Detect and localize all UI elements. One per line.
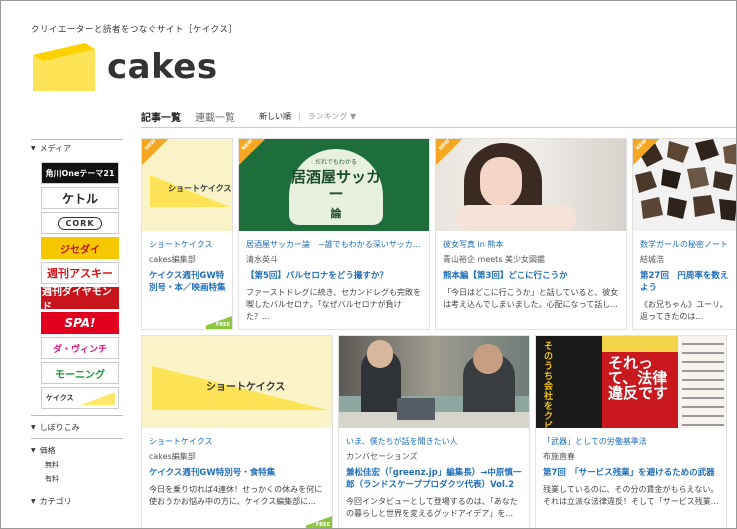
- photo-head-right: [473, 344, 503, 374]
- article-card[interactable]: だれでもわかる 居酒屋サッカー 論 NEW 居酒屋サッカー論 ~誰でもわかる深い…: [238, 138, 430, 330]
- sort-separator: |: [298, 112, 301, 121]
- card-author[interactable]: カンバセーションズ: [346, 451, 523, 462]
- card-title[interactable]: 兼松佳宏（「greenz.jp」編集長）→中原慎一郎（ランドスケーププロダクツ代…: [346, 467, 523, 491]
- card-author[interactable]: 布施直春: [543, 451, 720, 462]
- article-tabs: 記事一覧 連載一覧 新しい順 | ランキング ▼: [141, 109, 356, 124]
- logo-wordmark: cakes: [107, 47, 218, 87]
- card-thumbnail: だれでもわかる 居酒屋サッカー 論: [239, 139, 429, 231]
- article-card[interactable]: ショートケイクス NEW ショートケイクス cakes編集部 ケイクス週刊GW特…: [141, 138, 233, 330]
- card-thumbnail: ショートケイクス: [142, 336, 332, 428]
- card-category[interactable]: ショートケイクス: [149, 239, 226, 250]
- media-item-morning[interactable]: モーニング: [41, 362, 119, 384]
- card-author[interactable]: 清水英斗: [246, 254, 423, 265]
- free-badge: FREE: [206, 315, 232, 329]
- card-description: 「今日はどこに行こうか」と話していると、彼女は考え込んでしまいました。心配になっ…: [443, 288, 619, 309]
- media-item-jisedai[interactable]: ジセダイ: [41, 237, 119, 259]
- sidebar: メディア 角川Oneテーマ21 ケトル CORK ジセダイ 週刊アスキー 週刊ダ…: [31, 139, 123, 510]
- card-description: 残業しているのに、その分の賃金がもらえない。それは立派な法律違反！そして「サービ…: [543, 485, 719, 506]
- article-card[interactable]: そのうち会社をクビになる それって、法律違反です 「武器」としての労働基準法 布…: [535, 335, 727, 528]
- media-item-cakes[interactable]: ケイクス: [41, 387, 119, 409]
- cakes-media-label: ケイクス: [46, 394, 74, 402]
- cake-logo-icon: [33, 43, 95, 91]
- sidebar-heading-media[interactable]: メディア: [31, 143, 123, 154]
- cake-wedge-icon: [81, 392, 115, 405]
- card-description: 今回インタビューとして登場するのは、「あなたの暮らしと世界を変えるグッドアイデア…: [346, 497, 518, 518]
- card-title[interactable]: 熊本編【第3回】どこに行こうか: [443, 270, 620, 282]
- card-description: 今日を乗り切れば4連休！せっかくの休みを何に使おうかお悩み中の方に、ケイクス編集…: [149, 485, 323, 506]
- card-category[interactable]: ショートケイクス: [149, 436, 326, 447]
- card-category[interactable]: 「武器」としての労働基準法: [543, 436, 720, 447]
- photo-laptop: [397, 398, 435, 420]
- free-badge: FREE: [306, 515, 332, 528]
- media-item-diamond[interactable]: 週刊ダイヤモンド: [41, 287, 119, 313]
- book-cover-right: [678, 336, 726, 428]
- sidebar-heading-category[interactable]: カテゴリ: [31, 496, 123, 507]
- card-author[interactable]: cakes編集部: [149, 451, 326, 462]
- sidebar-heading-price[interactable]: 価格: [31, 445, 123, 456]
- card-description: 《お兄ちゃん》ユーリ。返ってきたのは...: [640, 300, 728, 321]
- cork-label: CORK: [58, 216, 102, 230]
- thumbnail-label: ショートケイクス: [206, 382, 286, 393]
- card-author[interactable]: 青山裕企 meets 美少女図鑑: [443, 254, 620, 265]
- card-thumbnail: そのうち会社をクビになる それって、法律違反です: [536, 336, 726, 428]
- card-thumbnail: [436, 139, 626, 231]
- article-card[interactable]: ショートケイクス ショートケイクス cakes編集部 ケイクス週刊GW特別号・食…: [141, 335, 333, 528]
- card-title[interactable]: 第7回 「サービス残業」を避けるための武器: [543, 467, 720, 479]
- site-tagline: クリイエーターと読者をつなぐサイト［ケイクス］: [31, 25, 238, 35]
- sidebar-divider: [31, 438, 123, 439]
- sidebar-heading-filter[interactable]: しぼりこみ: [31, 422, 123, 433]
- book-cover-text: そのうち会社をクビになる: [544, 342, 554, 428]
- media-item-cork[interactable]: CORK: [41, 212, 119, 234]
- thumbnail-title-text: 居酒屋サッカー: [290, 168, 381, 203]
- new-badge: NEW: [142, 139, 168, 165]
- thumbnail-small-text: だれでもわかる: [315, 159, 357, 166]
- card-author[interactable]: cakes編集部: [149, 254, 226, 265]
- price-filter-free[interactable]: 無料: [45, 460, 123, 470]
- new-badge: NEW: [436, 139, 462, 165]
- sort-new[interactable]: 新しい順: [259, 111, 291, 122]
- article-card[interactable]: いま、僕たちが話を聞きたい人 カンバセーションズ 兼松佳宏（「greenz.jp…: [338, 335, 530, 528]
- media-list: 角川Oneテーマ21 ケトル CORK ジセダイ 週刊アスキー 週刊ダイヤモンド…: [41, 162, 119, 409]
- sidebar-divider: [31, 415, 123, 416]
- card-category[interactable]: 数学ガールの秘密ノート: [640, 239, 731, 250]
- photo-face: [480, 157, 522, 207]
- card-author[interactable]: 結城浩: [640, 254, 731, 265]
- card-title[interactable]: 【第5回】バルセロナをどう撮すか？: [246, 270, 423, 282]
- izakaya-sign: だれでもわかる 居酒屋サッカー 論: [289, 149, 383, 225]
- tabs-divider: [141, 127, 736, 128]
- sort-ranking[interactable]: ランキング ▼: [308, 111, 356, 122]
- tab-series[interactable]: 連載一覧: [195, 109, 235, 124]
- card-category[interactable]: いま、僕たちが話を聞きたい人: [346, 436, 523, 447]
- price-filter-paid[interactable]: 有料: [45, 474, 123, 484]
- card-title[interactable]: ケイクス週刊GW特別号・食特集: [149, 467, 326, 479]
- article-card[interactable]: NEW 数学ガールの秘密ノート 結城浩 第27回 円周率を数えよう 《お兄ちゃん…: [632, 138, 736, 330]
- card-thumbnail: [339, 336, 529, 428]
- new-badge: NEW: [633, 139, 659, 165]
- photo-arm: [456, 205, 576, 231]
- card-category[interactable]: 居酒屋サッカー論 ~誰でもわかる深いサッカ...: [246, 239, 423, 250]
- card-title[interactable]: ケイクス週刊GW特別号・本／映画特集: [149, 270, 226, 294]
- card-title[interactable]: 第27回 円周率を数えよう: [640, 270, 731, 294]
- photo-head-left: [367, 340, 393, 368]
- book-band: [602, 336, 678, 352]
- book-cover-left: そのうち会社をクビになる: [536, 336, 608, 428]
- article-card[interactable]: NEW 彼女写真 in 熊本 青山裕企 meets 美少女図鑑 熊本編【第3回】…: [435, 138, 627, 330]
- tab-articles[interactable]: 記事一覧: [141, 109, 181, 124]
- card-description: ファーストドレグに続き、セカンドレグも完敗を喫したバルセロナ。「なぜバルセロナが…: [246, 288, 422, 321]
- card-category[interactable]: 彼女写真 in 熊本: [443, 239, 620, 250]
- media-item-ascii[interactable]: 週刊アスキー: [41, 262, 119, 284]
- book-cover-center: それって、法律違反です: [602, 336, 678, 428]
- media-item-ketoru[interactable]: ケトル: [41, 187, 119, 209]
- media-item-kadokawa[interactable]: 角川Oneテーマ21: [41, 162, 119, 184]
- thumbnail-suffix-text: 論: [330, 207, 342, 220]
- thumbnail-label: ショートケイクス: [168, 184, 232, 193]
- sidebar-divider: [31, 139, 123, 140]
- book-cover-text: それって、法律違反です: [608, 354, 669, 402]
- new-badge: NEW: [239, 139, 265, 165]
- page-frame: クリイエーターと読者をつなぐサイト［ケイクス］ cakes 記事一覧 連載一覧 …: [0, 0, 737, 529]
- site-logo[interactable]: cakes: [31, 41, 221, 97]
- media-item-davinci[interactable]: ダ・ヴィンチ: [41, 337, 119, 359]
- media-item-spa[interactable]: SPA!: [41, 312, 119, 334]
